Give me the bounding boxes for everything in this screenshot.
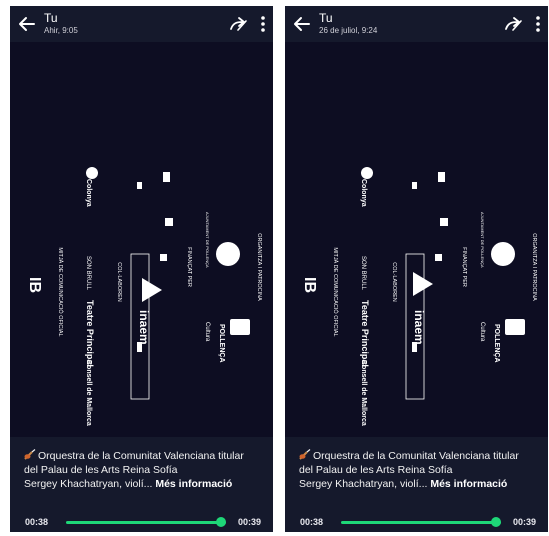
govern-logo — [435, 254, 442, 261]
caption-line-1: Orquestra de la Comunitat Valenciana tit… — [313, 450, 519, 462]
logo-colonya: Colonya — [360, 179, 367, 207]
caption-line-2: del Palau de les Arts Reina Sofía — [24, 464, 178, 476]
top-bar: Tu 26 de juliol, 9:24 — [285, 6, 548, 42]
share-forward-icon[interactable] — [504, 16, 524, 32]
more-info-link[interactable]: Més informació — [430, 478, 507, 490]
logo-ajuntament: AJUNTAMENT DE POLLENÇA — [205, 212, 210, 268]
caption-line-3: Sergey Khachatryan, violí... — [299, 478, 428, 490]
logo-polensa: POLLENÇA — [218, 324, 225, 363]
colonya-mark — [86, 167, 98, 179]
logo-sonbrull: SON BRULL — [360, 256, 366, 291]
logo-sonbrull: SON BRULL — [85, 256, 91, 291]
govern-logo-4 — [165, 218, 173, 226]
video-frame-credits: ORGANITZA I PATROCINA FINANÇAT PER COL·L… — [301, 167, 537, 426]
logo-cultura: Cultura — [204, 322, 210, 342]
logo-polensa: POLLENÇA — [493, 324, 500, 363]
govern-logo-2 — [137, 182, 142, 189]
violin-icon — [299, 449, 311, 460]
video-caption: Orquestra de la Comunitat Valenciana tit… — [299, 449, 539, 491]
govern-logo-5 — [137, 342, 142, 352]
colonya-mark — [361, 167, 373, 179]
video-player[interactable]: ORGANITZA I PATROCINA FINANÇAT PER COL·L… — [285, 42, 548, 437]
chat-title: Tu — [44, 11, 58, 25]
more-vertical-icon[interactable] — [259, 14, 267, 34]
arrow-left-icon[interactable] — [292, 14, 312, 34]
govern-logo-3 — [438, 172, 445, 182]
govern-logo-3 — [163, 172, 170, 182]
logo-polensa-mark — [230, 319, 250, 335]
govern-logo-2 — [412, 182, 417, 189]
ajuntament-crest — [216, 242, 240, 266]
current-time: 00:38 — [300, 517, 324, 527]
credit-organitza: ORGANITZA I PATROCINA — [256, 233, 262, 301]
more-vertical-icon[interactable] — [534, 14, 542, 34]
credit-mitja: MITJÀ DE COMUNICACIÓ OFICIAL — [57, 247, 64, 336]
chat-title: Tu — [319, 11, 333, 25]
bottom-panel: Orquestra de la Comunitat Valenciana tit… — [285, 437, 548, 532]
chat-header[interactable]: Tu Ahir, 9:05 — [44, 12, 78, 36]
chat-timestamp: 26 de juliol, 9:24 — [319, 26, 378, 35]
play-icon[interactable] — [132, 273, 166, 307]
video-player[interactable]: ORGANITZA I PATROCINA FINANÇAT PER COL·L… — [10, 42, 273, 437]
ajuntament-crest — [491, 242, 515, 266]
more-info-link[interactable]: Més informació — [155, 478, 232, 490]
progress-thumb[interactable] — [216, 517, 227, 527]
credit-financat: FINANÇAT PER — [461, 247, 467, 287]
caption-line-2: del Palau de les Arts Reina Sofía — [299, 464, 453, 476]
progress-track[interactable] — [341, 521, 501, 524]
credit-organitza: ORGANITZA I PATROCINA — [531, 233, 537, 301]
violin-icon — [24, 449, 36, 460]
credit-mitja: MITJÀ DE COMUNICACIÓ OFICIAL — [332, 247, 339, 336]
caption-line-1: Orquestra de la Comunitat Valenciana tit… — [38, 450, 244, 462]
arrow-left-icon[interactable] — [17, 14, 37, 34]
logo-polensa-mark — [505, 319, 525, 335]
govern-logo — [160, 254, 167, 261]
logo-teatre: Teatre Principal — [85, 300, 95, 367]
total-time: 00:39 — [512, 517, 536, 527]
chat-header[interactable]: Tu 26 de juliol, 9:24 — [319, 12, 377, 36]
logo-consell: Consell de Mallorca — [85, 360, 92, 426]
play-icon[interactable] — [403, 267, 437, 301]
caption-line-3: Sergey Khachatryan, violí... — [24, 478, 153, 490]
credit-collaboren: COL·LABOREN — [116, 262, 122, 301]
top-bar: Tu Ahir, 9:05 — [10, 6, 273, 42]
share-forward-icon[interactable] — [229, 16, 249, 32]
right-screenshot-panel: Tu 26 de juliol, 9:24 ORGANITZA I PATROC… — [285, 6, 548, 532]
credit-collaboren: COL·LABOREN — [391, 262, 397, 301]
video-caption: Orquestra de la Comunitat Valenciana tit… — [24, 449, 264, 491]
total-time: 00:39 — [237, 517, 261, 527]
video-frame-credits: ORGANITZA I PATROCINA FINANÇAT PER COL·L… — [26, 167, 262, 426]
logo-ib: IB — [301, 277, 318, 293]
govern-logo-5 — [412, 342, 417, 352]
bottom-panel: Orquestra de la Comunitat Valenciana tit… — [10, 437, 273, 532]
logo-ajuntament: AJUNTAMENT DE POLLENÇA — [480, 212, 485, 268]
current-time: 00:38 — [25, 517, 49, 527]
progress-thumb[interactable] — [491, 517, 502, 527]
govern-logo-4 — [440, 218, 448, 226]
left-screenshot-panel: Tu Ahir, 9:05 ORGANITZA I PATROCINA FINA… — [10, 6, 273, 532]
chat-timestamp: Ahir, 9:05 — [44, 26, 78, 35]
progress-track[interactable] — [66, 521, 226, 524]
logo-cultura: Cultura — [479, 322, 485, 342]
logo-ib: IB — [26, 277, 43, 293]
credit-financat: FINANÇAT PER — [186, 247, 192, 287]
logo-colonya: Colonya — [85, 179, 92, 207]
logo-consell: Consell de Mallorca — [360, 360, 367, 426]
logo-teatre: Teatre Principal — [360, 300, 370, 367]
